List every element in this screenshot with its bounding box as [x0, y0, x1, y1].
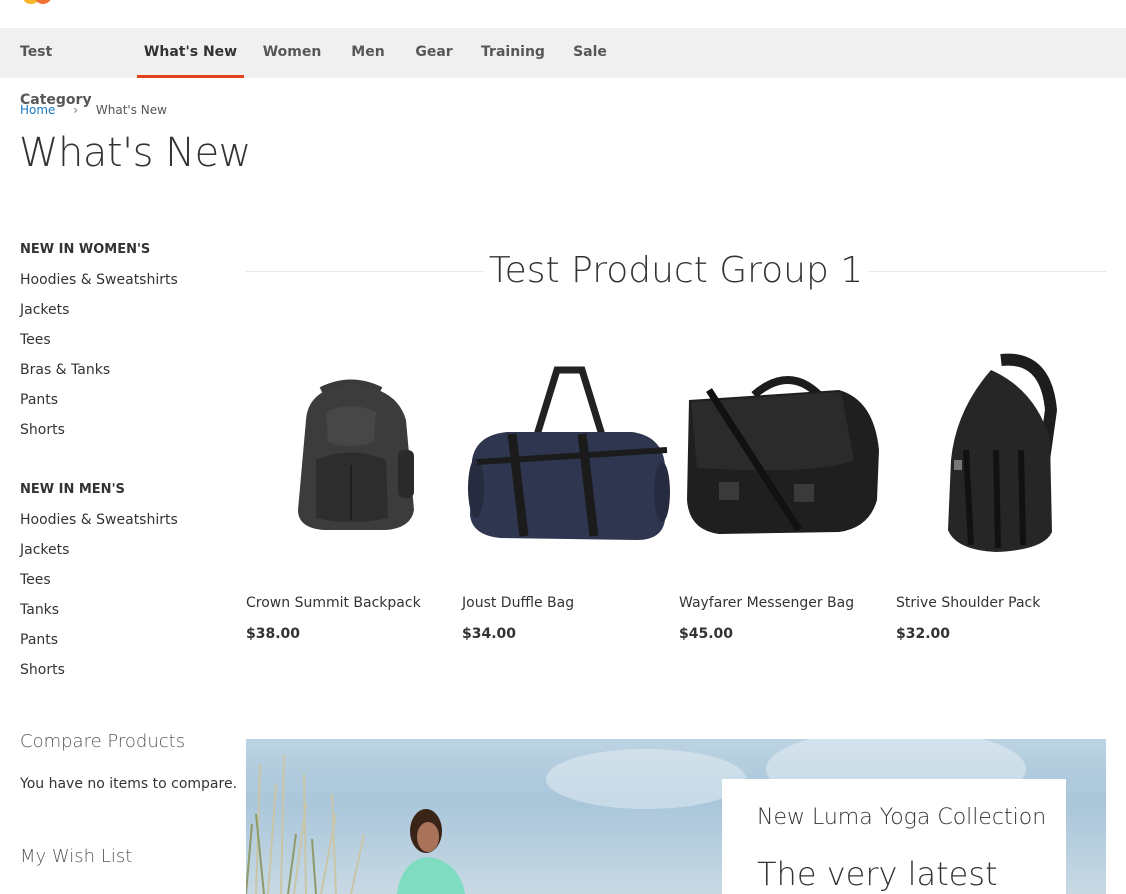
sidebar-categories: NEW IN WOMEN'S Hoodies & Sweatshirts Jac… — [20, 240, 230, 690]
breadcrumb-current: What's New — [95, 103, 167, 117]
sidebar-link-women-tees[interactable]: Tees — [20, 330, 230, 360]
product-price: $38.00 — [246, 626, 301, 642]
sidebar-link-men-tees[interactable]: Tees — [20, 570, 230, 600]
sidebar-link-men-tanks[interactable]: Tanks — [20, 600, 230, 630]
sidebar-heading-men: NEW IN MEN'S — [20, 482, 125, 497]
nav-item-sale[interactable]: Sale — [569, 28, 611, 78]
breadcrumb-home-link[interactable]: Home — [20, 103, 55, 117]
page-title: What's New — [19, 130, 251, 176]
compare-empty-message: You have no items to compare. — [20, 776, 238, 792]
product-card: Joust Duffle Bag $34.00 — [462, 350, 672, 642]
nav-item-test-category[interactable]: Test Category — [20, 28, 116, 108]
product-name-link[interactable]: Wayfarer Messenger Bag — [679, 595, 854, 611]
wishlist-title: My Wish List — [20, 846, 133, 867]
nav-item-whats-new[interactable]: What's New — [137, 28, 244, 78]
product-group-header: Test Product Group 1 — [246, 248, 1106, 294]
sidebar-link-women-hoodies[interactable]: Hoodies & Sweatshirts — [20, 270, 230, 300]
banner-headline: The very latest — [757, 855, 998, 893]
product-card: Crown Summit Backpack $38.00 — [246, 350, 456, 642]
sidebar-link-men-hoodies[interactable]: Hoodies & Sweatshirts — [20, 510, 230, 540]
product-name-link[interactable]: Strive Shoulder Pack — [896, 595, 1040, 611]
nav-item-gear[interactable]: Gear — [411, 28, 457, 78]
shoulder-pack-icon[interactable] — [896, 350, 1106, 560]
store-logo[interactable] — [22, 0, 62, 4]
nav-item-men[interactable]: Men — [346, 28, 390, 78]
product-price: $34.00 — [462, 626, 517, 642]
sidebar-link-women-jackets[interactable]: Jackets — [20, 300, 230, 330]
product-card: Wayfarer Messenger Bag $45.00 — [679, 350, 889, 642]
yoga-collection-banner[interactable]: New Luma Yoga Collection The very latest — [246, 739, 1106, 894]
product-group-title: Test Product Group 1 — [482, 250, 870, 291]
product-name-link[interactable]: Crown Summit Backpack — [246, 595, 421, 611]
sidebar-link-women-pants[interactable]: Pants — [20, 390, 230, 420]
duffle-bag-icon[interactable] — [462, 350, 672, 560]
product-price: $45.00 — [679, 626, 734, 642]
sidebar-heading-women: NEW IN WOMEN'S — [20, 242, 151, 257]
yoga-model-image — [396, 809, 466, 894]
sidebar-link-men-pants[interactable]: Pants — [20, 630, 230, 660]
sidebar-link-men-jackets[interactable]: Jackets — [20, 540, 230, 570]
banner-subtitle: New Luma Yoga Collection — [757, 805, 1047, 830]
banner-text-card: New Luma Yoga Collection The very latest — [722, 779, 1066, 894]
product-card: Strive Shoulder Pack $32.00 — [896, 350, 1106, 642]
main-navigation: Test Category What's New Women Men Gear … — [0, 28, 1126, 108]
backpack-icon[interactable] — [246, 350, 456, 560]
nav-item-training[interactable]: Training — [478, 28, 548, 78]
sidebar-link-women-shorts[interactable]: Shorts — [20, 420, 230, 450]
sidebar-link-men-shorts[interactable]: Shorts — [20, 660, 230, 690]
product-price: $32.00 — [896, 626, 951, 642]
product-name-link[interactable]: Joust Duffle Bag — [462, 595, 574, 611]
breadcrumb: Home › What's New — [20, 103, 167, 117]
sidebar-link-women-bras-tanks[interactable]: Bras & Tanks — [20, 360, 230, 390]
compare-products-title: Compare Products — [20, 731, 186, 752]
messenger-bag-icon[interactable] — [679, 350, 889, 560]
breadcrumb-chevron-icon: › — [73, 103, 79, 117]
nav-item-women[interactable]: Women — [259, 28, 325, 78]
